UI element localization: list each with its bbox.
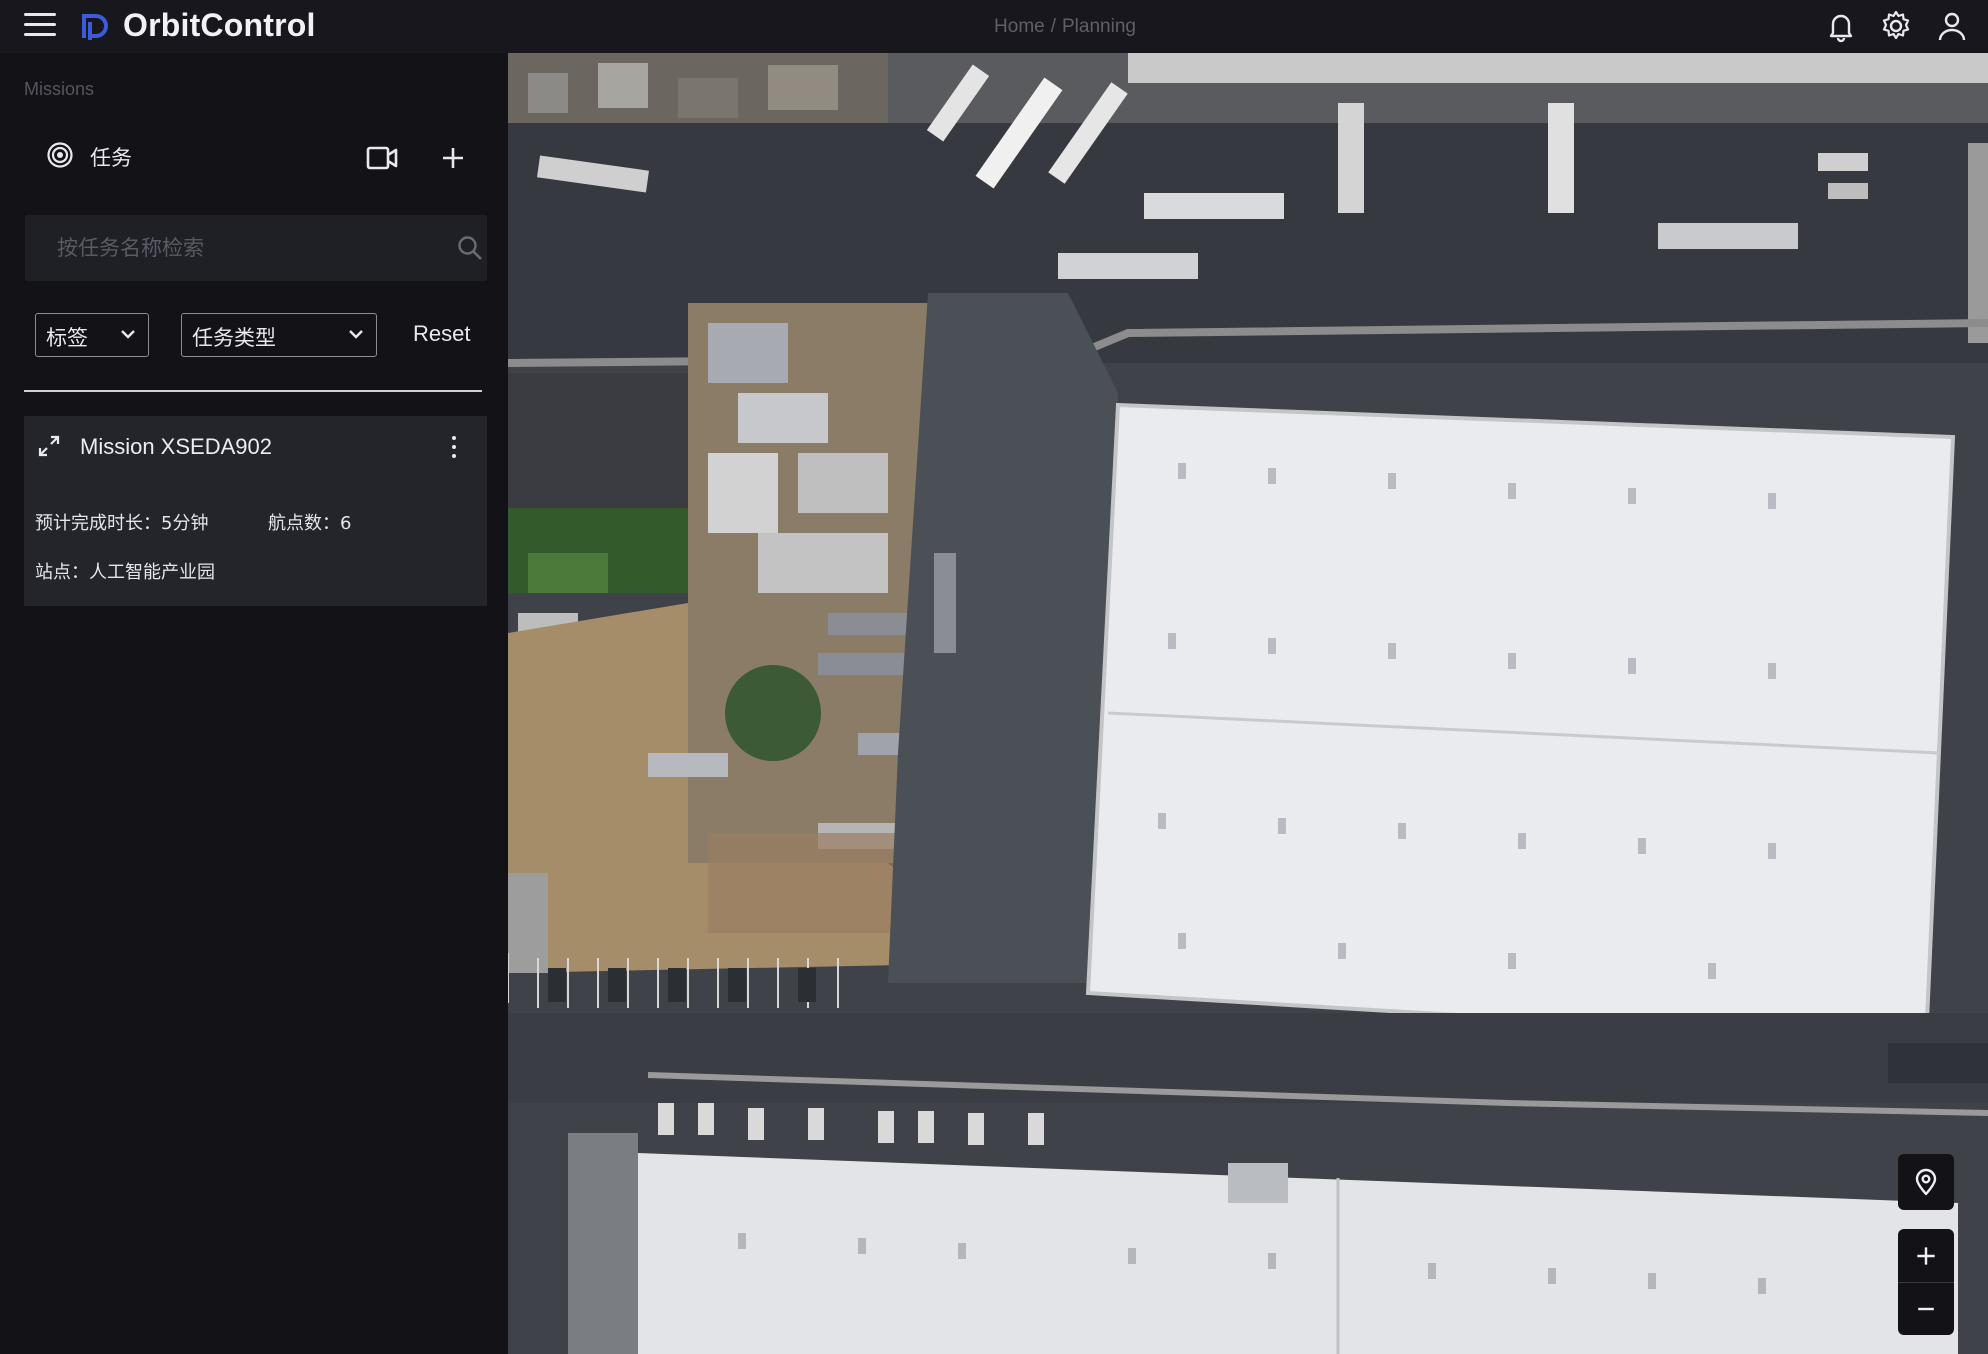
zoom-in-icon xyxy=(1917,1246,1935,1265)
zoom-in-button[interactable] xyxy=(1898,1229,1954,1283)
chevron-down-icon xyxy=(121,330,135,339)
tag-filter-label: 标签 xyxy=(46,326,88,350)
tag-filter-select[interactable]: 标签 xyxy=(35,313,149,357)
search-input[interactable] xyxy=(25,215,457,281)
sidebar: Missions 任务 标签 任务类型 Reset Mission XSEDA9… xyxy=(0,53,508,1354)
bell-icon[interactable] xyxy=(1824,9,1858,43)
zoom-out-button[interactable] xyxy=(1898,1283,1954,1335)
add-mission-icon[interactable] xyxy=(440,145,466,171)
video-camera-icon[interactable] xyxy=(366,145,398,171)
divider xyxy=(24,390,482,392)
mission-duration: 预计完成时长：5分钟 xyxy=(35,513,209,534)
reset-button[interactable]: Reset xyxy=(413,321,470,347)
location-pin-icon xyxy=(1915,1168,1937,1196)
more-options-icon[interactable] xyxy=(449,436,459,460)
zoom-out-icon xyxy=(1918,1307,1934,1311)
user-icon[interactable] xyxy=(1935,9,1969,43)
satellite-map[interactable] xyxy=(508,53,1988,1354)
search-box xyxy=(25,215,487,281)
type-filter-label: 任务类型 xyxy=(192,326,276,350)
zoom-control xyxy=(1898,1229,1954,1335)
breadcrumb-home[interactable]: Home xyxy=(994,16,1045,37)
mission-name: Mission XSEDA902 xyxy=(80,434,272,459)
satellite-imagery xyxy=(508,53,1988,1354)
mission-site: 站点：人工智能产业园 xyxy=(35,562,215,583)
top-bar: OrbitControl Home / Planning xyxy=(0,0,1988,53)
search-icon[interactable] xyxy=(457,235,483,261)
breadcrumb-current: Planning xyxy=(1062,16,1136,37)
mission-card[interactable]: Mission XSEDA902 预计完成时长：5分钟 航点数：6 站点：人工智… xyxy=(24,416,487,606)
tab-missions[interactable]: 任务 xyxy=(90,142,132,172)
breadcrumb: Home / Planning xyxy=(0,16,1988,38)
locate-button[interactable] xyxy=(1898,1154,1954,1210)
breadcrumb-separator: / xyxy=(1050,16,1056,37)
mission-waypoints: 航点数：6 xyxy=(268,513,352,534)
chevron-down-icon xyxy=(349,330,363,339)
target-icon xyxy=(47,142,73,168)
section-label: Missions xyxy=(24,79,95,99)
gear-icon[interactable] xyxy=(1879,9,1913,43)
expand-icon[interactable] xyxy=(37,434,61,458)
type-filter-select[interactable]: 任务类型 xyxy=(181,313,377,357)
